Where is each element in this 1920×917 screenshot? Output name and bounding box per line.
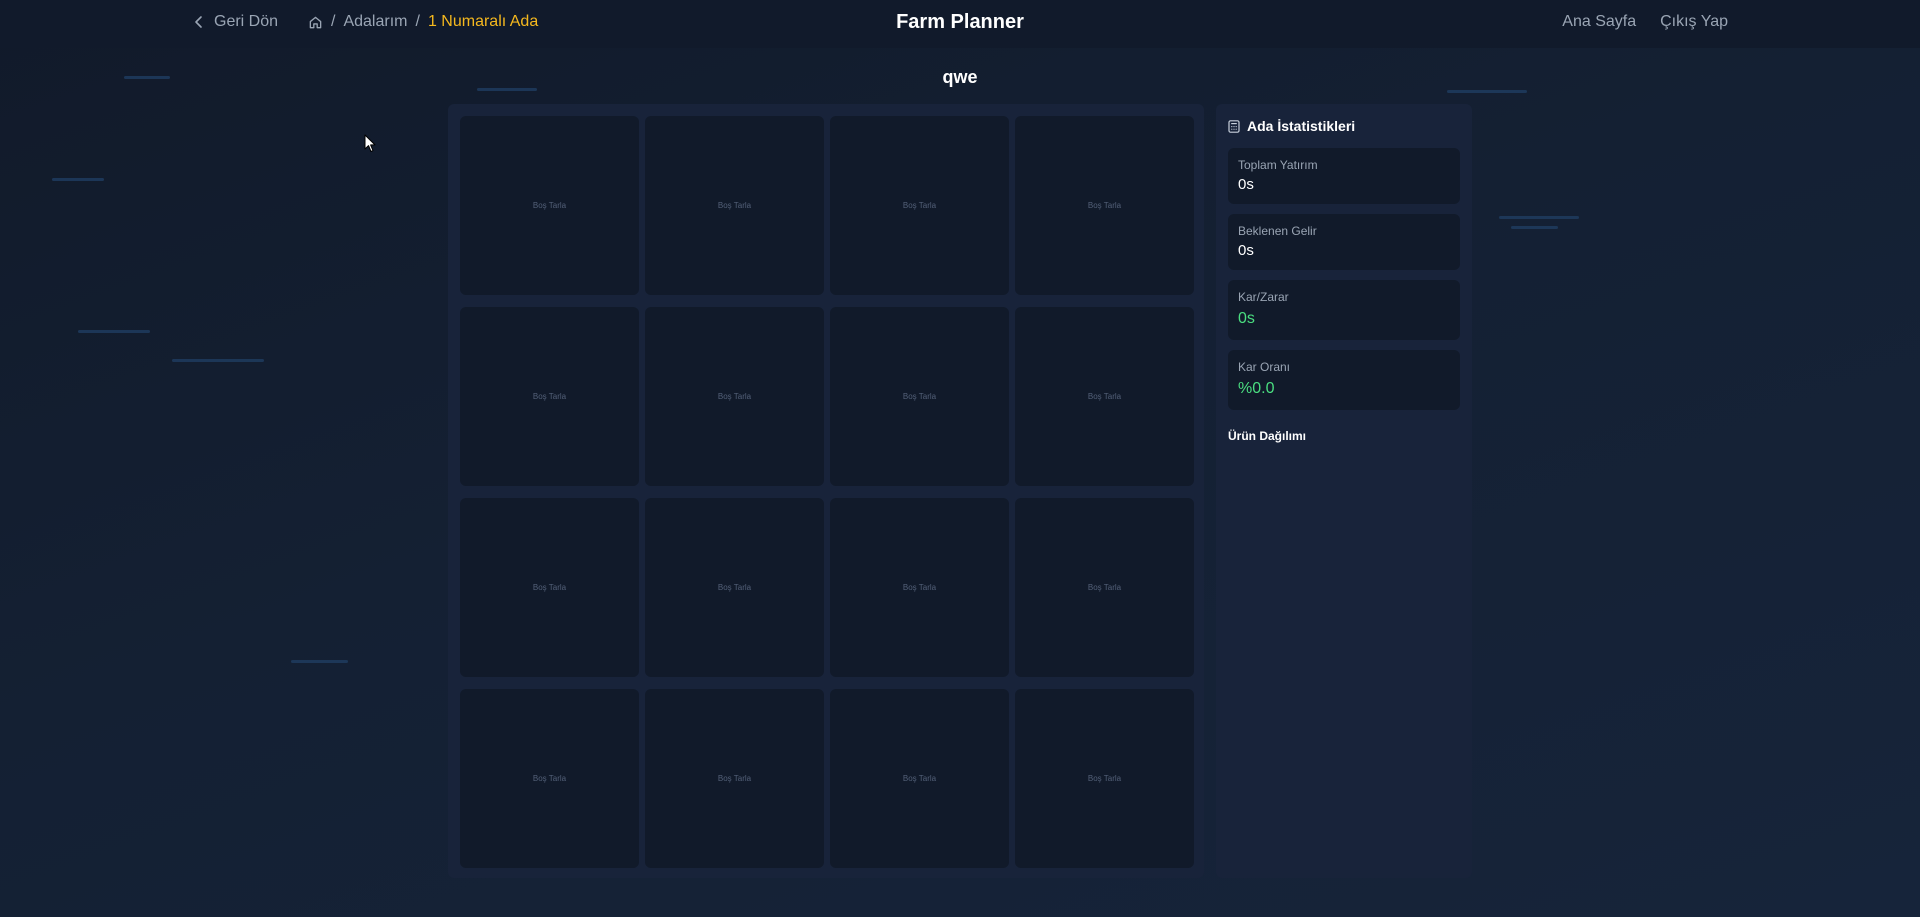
top-header: Geri Dön / Adalarım / 1 Numaralı Ada Far… [0, 0, 1920, 48]
plot-cell[interactable]: Boş Tarla [830, 689, 1009, 868]
plot-cell[interactable]: Boş Tarla [460, 116, 639, 295]
decorative-streak [1447, 90, 1527, 93]
plot-cell[interactable]: Boş Tarla [830, 307, 1009, 486]
island-stats-panel: Ada İstatistikleri Toplam Yatırım 0s Bek… [1216, 104, 1472, 878]
stat-label: Kar Oranı [1238, 360, 1291, 374]
stats-title-label: Ada İstatistikleri [1247, 118, 1356, 134]
stat-label: Toplam Yatırım [1238, 158, 1318, 172]
top-nav: Ana Sayfa Çıkış Yap [1538, 13, 1728, 31]
plot-cell[interactable]: Boş Tarla [645, 116, 824, 295]
nav-logout-link[interactable]: Çıkış Yap [1660, 13, 1728, 31]
mouse-pointer-icon [364, 134, 376, 152]
plot-cell[interactable]: Boş Tarla [460, 307, 639, 486]
nav-home-link[interactable]: Ana Sayfa [1562, 13, 1636, 31]
decorative-streak [477, 88, 537, 91]
calculator-icon [1228, 119, 1240, 133]
stat-value: 0s [1238, 176, 1254, 193]
stats-title: Ada İstatistikleri [1228, 118, 1355, 134]
stat-value: %0.0 [1238, 380, 1275, 397]
stat-label: Kar/Zarar [1238, 290, 1289, 304]
plot-cell[interactable]: Boş Tarla [1015, 689, 1194, 868]
plot-cell[interactable]: Boş Tarla [830, 498, 1009, 677]
stat-total-investment: Toplam Yatırım 0s [1228, 148, 1460, 204]
island-title: qwe [942, 67, 978, 87]
stat-expected-income: Beklenen Gelir 0s [1228, 214, 1460, 270]
decorative-streak [52, 178, 104, 181]
decorative-streak [172, 359, 264, 362]
product-distribution-title: Ürün Dağılımı [1228, 429, 1307, 443]
plot-cell[interactable]: Boş Tarla [460, 689, 639, 868]
plot-cell[interactable]: Boş Tarla [1015, 498, 1194, 677]
decorative-streak [1511, 226, 1558, 229]
plot-cell[interactable]: Boş Tarla [645, 307, 824, 486]
decorative-streak [1499, 216, 1579, 219]
plot-cell[interactable]: Boş Tarla [645, 498, 824, 677]
decorative-streak [291, 660, 348, 663]
plot-grid: Boş Tarla Boş Tarla Boş Tarla Boş Tarla … [460, 116, 1194, 868]
plot-grid-panel: Boş Tarla Boş Tarla Boş Tarla Boş Tarla … [448, 104, 1204, 878]
decorative-streak [78, 330, 150, 333]
stat-label: Beklenen Gelir [1238, 224, 1317, 238]
stat-value: 0s [1238, 242, 1254, 259]
plot-cell[interactable]: Boş Tarla [1015, 307, 1194, 486]
plot-cell[interactable]: Boş Tarla [1015, 116, 1194, 295]
plot-cell[interactable]: Boş Tarla [460, 498, 639, 677]
stat-value: 0s [1238, 310, 1255, 327]
plot-cell[interactable]: Boş Tarla [645, 689, 824, 868]
stat-profit-ratio: Kar Oranı %0.0 [1228, 350, 1460, 410]
stat-profit-loss: Kar/Zarar 0s [1228, 280, 1460, 340]
plot-cell[interactable]: Boş Tarla [830, 116, 1009, 295]
